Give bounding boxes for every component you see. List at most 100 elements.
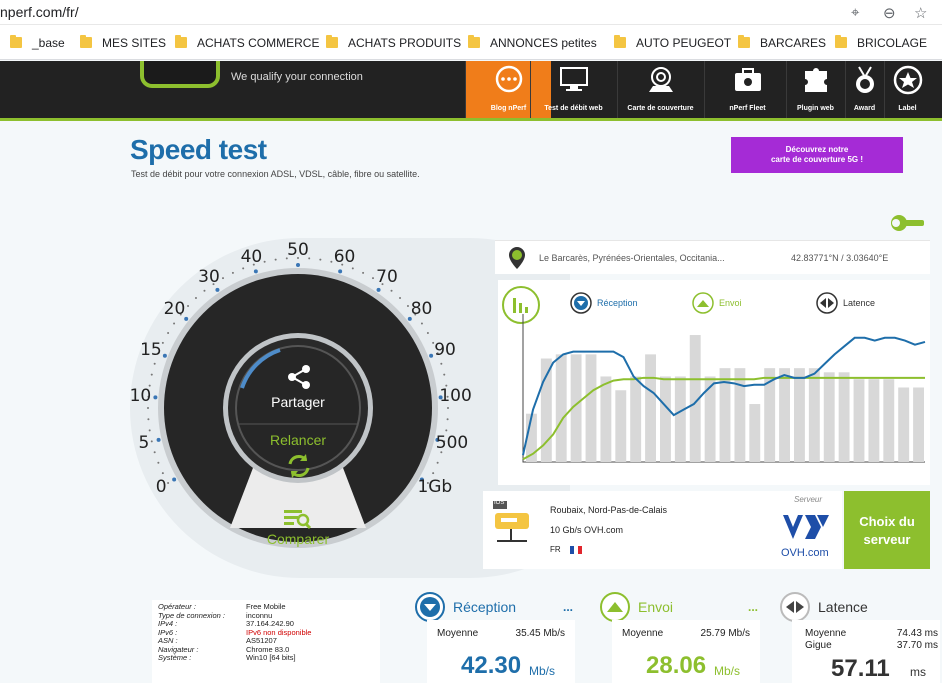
- gauge-tick: [429, 353, 434, 358]
- refresh-icon[interactable]: [285, 452, 313, 485]
- folder-icon: [738, 35, 750, 48]
- wrench-icon[interactable]: [890, 214, 926, 237]
- folder-icon: [326, 35, 338, 48]
- folder-icon: [614, 35, 626, 48]
- gauge-minor-tick: [426, 332, 429, 334]
- stat-latence-jitter-label: Gigue: [805, 640, 832, 651]
- gauge-minor-tick: [194, 297, 197, 300]
- bookmark-achats-commerce[interactable]: ACHATS COMMERCE: [175, 25, 319, 60]
- gauge-minor-tick: [167, 332, 170, 334]
- address-bar[interactable]: nperf.com/fr/ ⌖ ⊖ ☆: [0, 0, 942, 25]
- gauge-label: 15: [140, 340, 162, 361]
- chart-bar: [585, 354, 597, 462]
- nav-award[interactable]: Award: [845, 61, 883, 118]
- stat-envoi-avg-value: 25.79 Mb/s: [700, 628, 750, 639]
- france-flag-icon: [570, 546, 582, 554]
- gauge-label: 50: [287, 240, 309, 260]
- restart-button[interactable]: Relancer: [238, 432, 358, 448]
- puzzle-icon: [787, 65, 844, 103]
- stat-envoi-unit: Mb/s: [714, 664, 741, 678]
- nav-test-debit[interactable]: Test de débit web: [530, 61, 616, 118]
- bookmark-achats-produits[interactable]: ACHATS PRODUITS: [326, 25, 461, 60]
- info-key: Système :: [158, 653, 192, 662]
- bookmark-auto-peugeot[interactable]: AUTO PEUGEOT: [614, 25, 731, 60]
- gauge-tick: [338, 269, 343, 274]
- medal-icon: [846, 65, 883, 103]
- stat-reception-label: Réception: [453, 599, 517, 615]
- latency-arrows-icon: [780, 592, 810, 622]
- location-target-icon[interactable]: ⌖: [851, 4, 859, 21]
- gauge-minor-tick: [351, 267, 354, 270]
- info-row: Système : Win10 [64 bits]: [158, 653, 374, 663]
- gauge-minor-tick: [440, 362, 443, 365]
- stat-envoi-menu[interactable]: ...: [748, 600, 758, 614]
- bookmark-bricolage[interactable]: BRICOLAGE: [835, 25, 927, 60]
- folder-icon: [80, 35, 92, 48]
- bookmark-barcares[interactable]: BARCARES: [738, 25, 826, 60]
- gauge-minor-tick: [420, 322, 423, 325]
- header-accent-line: [0, 118, 942, 121]
- gauge-tick: [215, 287, 220, 292]
- compare-button[interactable]: Comparer: [238, 531, 358, 547]
- share-icon[interactable]: [284, 364, 314, 395]
- gauge-minor-tick: [399, 297, 402, 300]
- chart-bar: [645, 354, 656, 462]
- nav-fleet[interactable]: nPerf Fleet: [704, 61, 790, 118]
- nperf-logo[interactable]: [140, 61, 220, 88]
- ovh-logo-text: OVH.com: [781, 547, 829, 559]
- gauge-tick: [153, 395, 158, 400]
- speed-chart: [522, 314, 926, 463]
- gauge-tick: [253, 269, 258, 274]
- share-button[interactable]: Partager: [238, 394, 358, 410]
- chart-bar: [883, 379, 895, 462]
- chart-bar: [600, 376, 612, 462]
- server-capacity: 10 Gb/s OVH.com: [550, 525, 624, 535]
- chart-bar: [868, 379, 880, 462]
- stat-reception-menu[interactable]: ...: [563, 600, 573, 614]
- map-icon: [618, 65, 703, 103]
- gauge-minor-tick: [436, 461, 439, 464]
- gauge-minor-tick: [173, 322, 176, 325]
- gauge-minor-tick: [362, 271, 365, 274]
- zoom-icon[interactable]: ⊖: [883, 4, 896, 22]
- gauge-minor-tick: [203, 289, 206, 292]
- server-caption: Serveur: [794, 495, 823, 504]
- url-text[interactable]: nperf.com/fr/: [0, 4, 79, 20]
- stat-reception-avg-value: 35.45 Mb/s: [515, 628, 565, 639]
- folder-icon: [10, 35, 22, 48]
- chart-bar: [749, 404, 761, 462]
- stat-latence-value: 57.11: [831, 655, 890, 682]
- stat-latence-unit: ms: [910, 665, 926, 679]
- gauge-label: 80: [410, 299, 433, 320]
- server-badge: IOS: [494, 500, 505, 506]
- stat-latence-avg-value: 74.43 ms: [896, 628, 938, 639]
- bookmarks-bar: _base MES SITES ACHATS COMMERCE ACHATS P…: [0, 25, 942, 60]
- promo-5g-button[interactable]: Découvrez notre carte de couverture 5G !: [731, 137, 903, 173]
- choose-server-button[interactable]: Choix du serveur: [844, 491, 930, 569]
- nav-carte[interactable]: Carte de couverture: [617, 61, 703, 118]
- bookmark-star-icon[interactable]: ☆: [914, 4, 927, 22]
- gauge-minor-tick: [242, 267, 245, 270]
- bookmark-annonces[interactable]: ANNONCES petites: [468, 25, 597, 60]
- page-subtitle: Test de débit pour votre connexion ADSL,…: [131, 169, 420, 179]
- gauge-minor-tick: [263, 260, 266, 263]
- chart-bar: [823, 372, 835, 462]
- page-title: Speed test: [130, 134, 267, 165]
- gauge-label: 10: [129, 386, 152, 407]
- gauge-tick: [296, 263, 300, 267]
- folder-icon: [835, 35, 847, 48]
- toolbox-icon: [705, 65, 790, 103]
- gauge-label: 1Gb: [417, 477, 453, 497]
- gauge-minor-tick: [222, 277, 224, 280]
- gauge-label: 5: [138, 433, 150, 454]
- bookmark-mes-sites[interactable]: MES SITES: [80, 25, 166, 60]
- chart-bar: [808, 368, 820, 462]
- nav-plugin[interactable]: Plugin web: [786, 61, 844, 118]
- chart-bar: [913, 387, 924, 462]
- bookmark-base[interactable]: _base: [10, 25, 65, 60]
- location-name: Le Barcarès, Pyrénées-Orientales, Occita…: [539, 253, 725, 263]
- nav-label[interactable]: Label: [884, 61, 930, 118]
- folder-icon: [175, 35, 187, 48]
- gauge-label: 500: [435, 433, 469, 454]
- monitor-icon: [531, 65, 616, 103]
